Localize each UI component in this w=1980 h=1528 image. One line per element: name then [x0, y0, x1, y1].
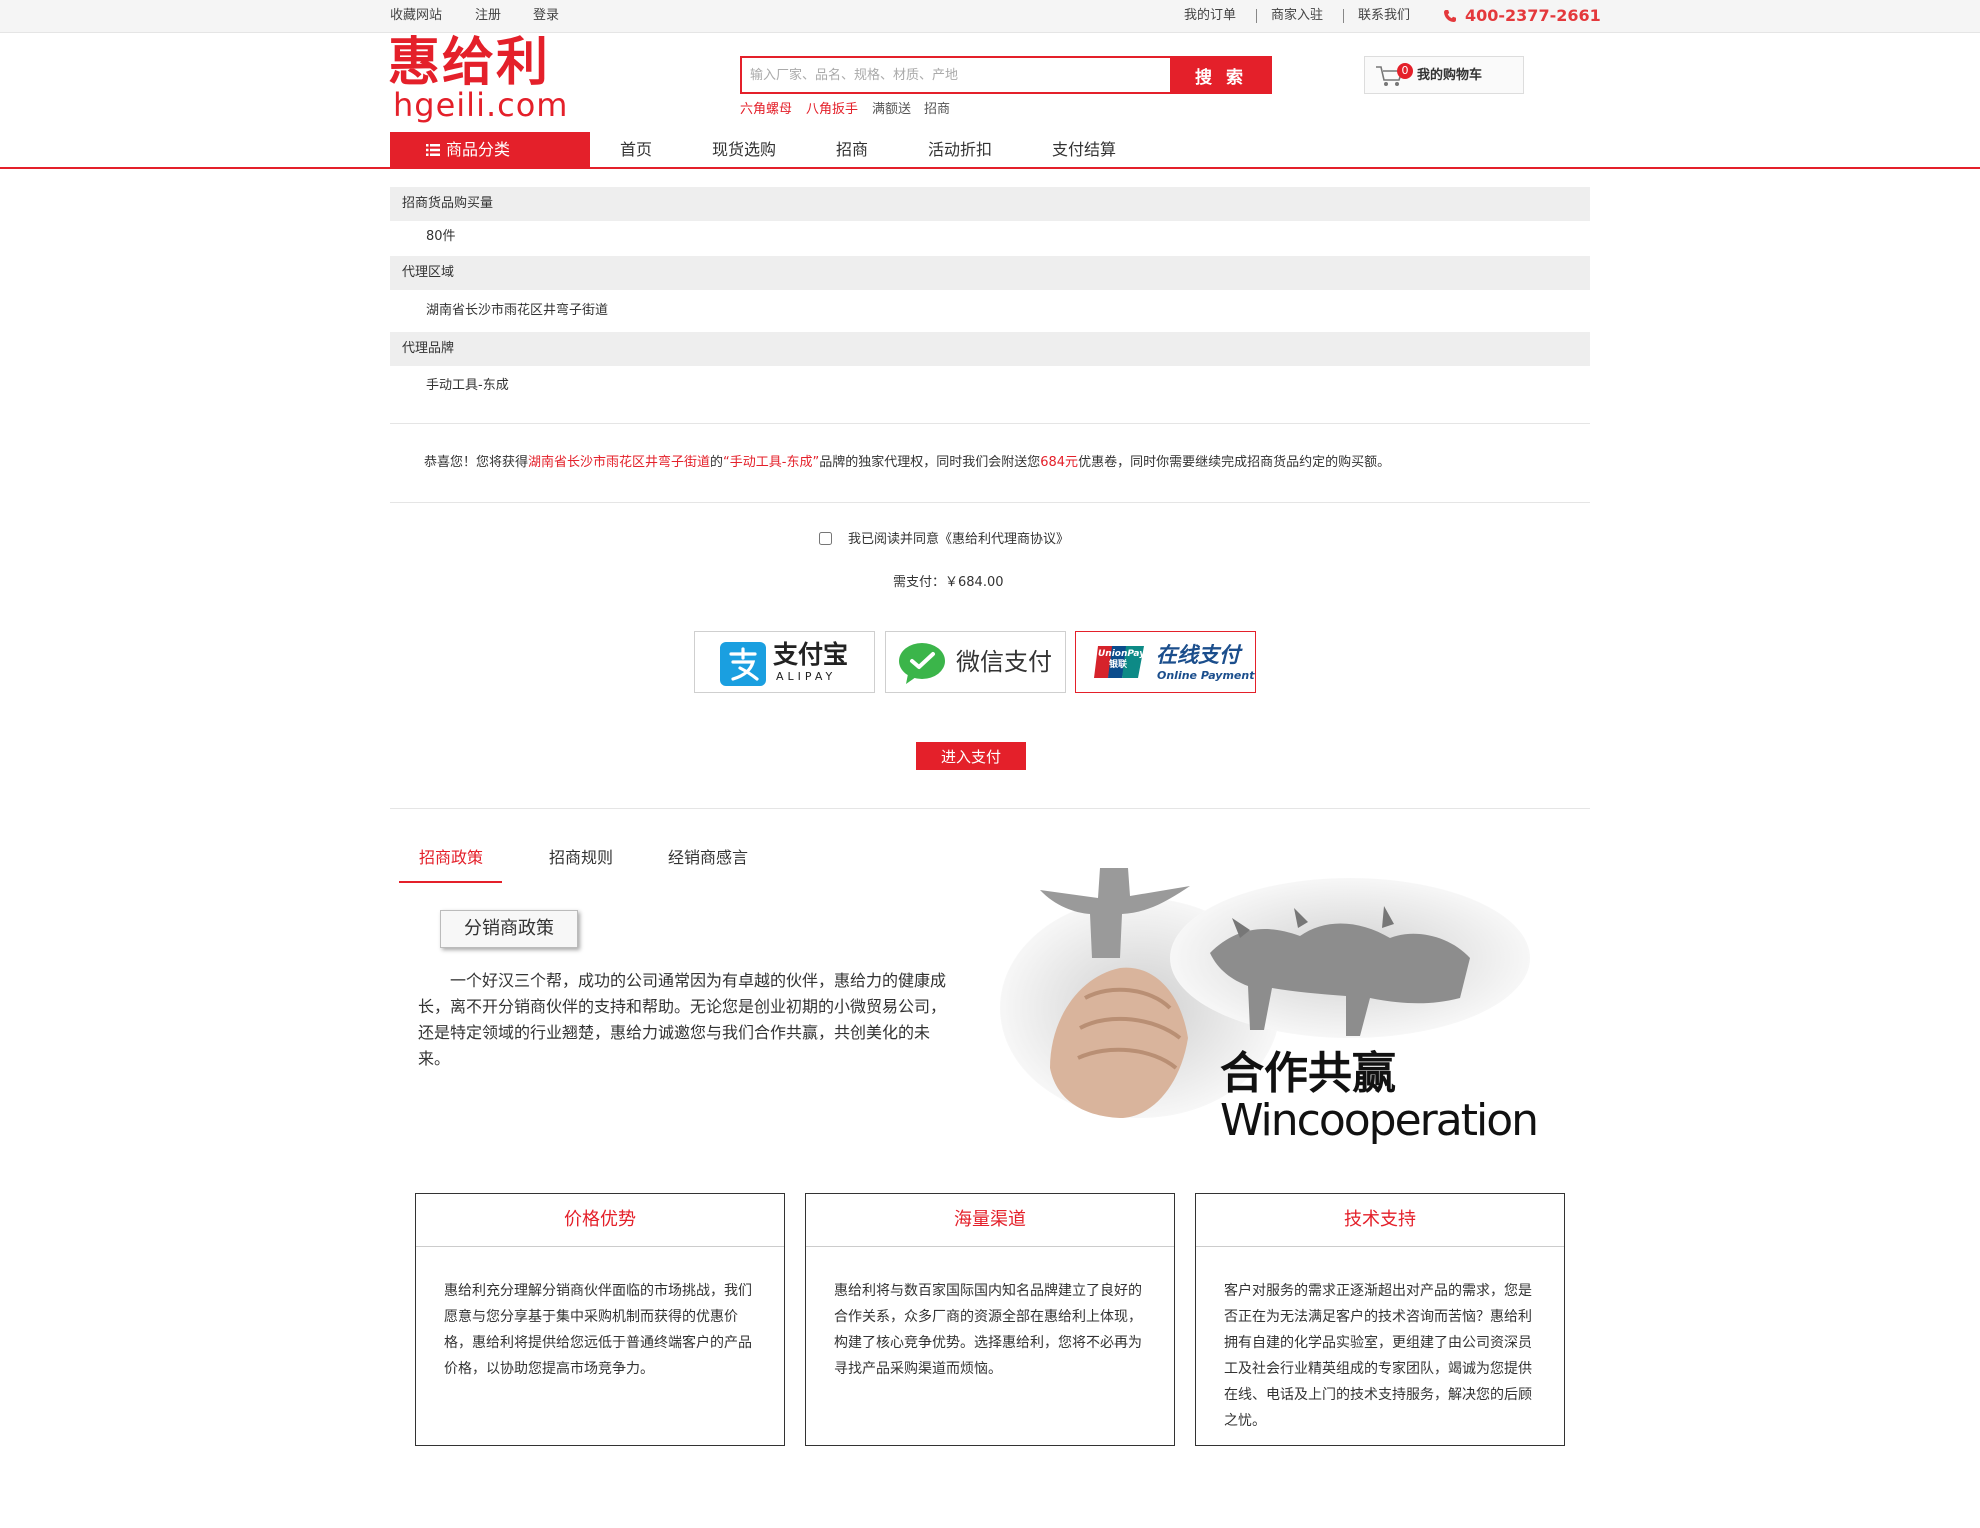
- feature-text: 惠给利充分理解分销商伙伴面临的市场挑战，我们愿意与您分享基于集中采购机制而获得的…: [444, 1283, 752, 1377]
- register-link[interactable]: 注册: [475, 7, 501, 25]
- feature-text: 惠给利将与数百家国际国内知名品牌建立了良好的合作关系，众多厂商的资源全部在惠给利…: [834, 1283, 1142, 1377]
- congrats-region: 湖南省长沙市雨花区井弯子街道: [528, 455, 711, 470]
- tab-dealer-testimonials[interactable]: 经销商感言: [668, 847, 748, 869]
- cart-count-badge: 0: [1397, 63, 1413, 79]
- agreement-checkbox[interactable]: [819, 532, 832, 545]
- wechat-pay-name: 微信支付: [956, 648, 1052, 676]
- divider: [1196, 1246, 1564, 1247]
- congrats-message: 恭喜您！您将获得湖南省长沙市雨花区井弯子街道的“手动工具-东成”品牌的独家代理权…: [424, 454, 1390, 472]
- feature-card-price: 价格优势 惠给利充分理解分销商伙伴面临的市场挑战，我们愿意与您分享基于集中采购机…: [415, 1193, 785, 1446]
- congrats-text: 品牌的独家代理权，同时我们会附送您: [819, 455, 1041, 470]
- feature-text: 客户对服务的需求正逐渐超出对产品的需求，您是否正在为无法满足客户的技术咨询而苦恼…: [1224, 1283, 1532, 1429]
- quantity-label: 招商货品购买量: [402, 196, 494, 211]
- brand-label: 代理品牌: [402, 341, 455, 356]
- wechat-pay-icon: [899, 643, 945, 684]
- congrats-text: 优惠卷，同时你需要继续完成招商货品约定的购买额。: [1078, 455, 1391, 470]
- hot-keyword-invest[interactable]: 招商: [924, 101, 950, 119]
- nav-home[interactable]: 首页: [620, 140, 652, 160]
- tab-invest-rules[interactable]: 招商规则: [549, 847, 613, 869]
- brand-header: 代理品牌: [390, 332, 1590, 366]
- congrats-brand: “手动工具-东成”: [723, 455, 820, 470]
- hotline-number: 400-2377-2661: [1465, 6, 1601, 25]
- alipay-name-en: ALIPAY: [776, 670, 837, 683]
- policy-description: 一个好汉三个帮，成功的公司通常因为有卓越的伙伴，惠给力的健康成长，离不开分销商伙…: [418, 971, 947, 1068]
- quantity-value: 80件: [426, 229, 456, 244]
- cooperation-banner: 合作共赢 Wincooperation: [980, 858, 1560, 1158]
- favorite-site-link[interactable]: 收藏网站: [390, 7, 442, 25]
- agreement-link[interactable]: 我已阅读并同意《惠给利代理商协议》: [848, 531, 1069, 549]
- unionpay-name-en: Online Payment: [1157, 669, 1255, 682]
- divider: [806, 1246, 1174, 1247]
- site-logo[interactable]: 惠给利: [388, 34, 550, 92]
- divider: [1343, 9, 1344, 23]
- unionpay-option[interactable]: UnionPay 银联 在线支付 Online Payment: [1075, 631, 1256, 693]
- tab-invest-policy[interactable]: 招商政策: [419, 847, 483, 869]
- nav-underline: [0, 167, 1980, 169]
- feature-card-channels: 海量渠道 惠给利将与数百家国际国内知名品牌建立了良好的合作关系，众多厂商的资源全…: [805, 1193, 1175, 1446]
- feature-title: 海量渠道: [954, 1209, 1026, 1230]
- active-tab-underline: [399, 881, 502, 883]
- divider: [390, 502, 1590, 503]
- hot-keyword-nut[interactable]: 六角螺母: [740, 101, 792, 119]
- login-link[interactable]: 登录: [533, 7, 559, 25]
- nav-payment[interactable]: 支付结算: [1052, 140, 1116, 160]
- region-value: 湖南省长沙市雨花区井弯子街道: [426, 303, 609, 318]
- top-bar: 收藏网站 注册 登录 我的订单 商家入驻 联系我们 400-2377-2661: [0, 0, 1980, 33]
- congrats-text: 的: [710, 455, 724, 470]
- my-orders-link[interactable]: 我的订单: [1184, 7, 1236, 25]
- enter-payment-button[interactable]: 进入支付: [916, 742, 1026, 770]
- unionpay-logo-cn: 银联: [1109, 660, 1128, 670]
- alipay-name: 支付宝: [773, 640, 849, 669]
- alipay-icon: [720, 642, 766, 686]
- feature-card-support: 技术支持 客户对服务的需求正逐渐超出对产品的需求，您是否正在为无法满足客户的技术…: [1195, 1193, 1565, 1446]
- alipay-option[interactable]: 支付宝 ALIPAY: [694, 631, 875, 693]
- cart-button[interactable]: 0 我的购物车: [1364, 56, 1524, 94]
- search-button[interactable]: 搜 索: [1170, 56, 1272, 94]
- pay-amount: 需支付：￥684.00: [893, 575, 1004, 590]
- congrats-amount: 684元: [1040, 455, 1079, 470]
- region-label: 代理区域: [402, 265, 455, 280]
- hot-keyword-promo[interactable]: 满额送: [872, 101, 911, 119]
- divider: [416, 1246, 784, 1247]
- region-header: 代理区域: [390, 256, 1590, 290]
- list-icon: [426, 144, 440, 156]
- banner-title-en: Wincooperation: [1220, 1095, 1539, 1146]
- phone-icon: [1444, 10, 1456, 22]
- banner-title-cn: 合作共赢: [1220, 1048, 1396, 1099]
- unionpay-name: 在线支付: [1156, 643, 1240, 667]
- wechat-pay-option[interactable]: 微信支付: [885, 631, 1066, 693]
- unionpay-logo-text: UnionPay: [1098, 649, 1146, 659]
- cart-label: 我的购物车: [1417, 68, 1483, 83]
- category-menu-label: 商品分类: [446, 140, 511, 159]
- feature-title: 价格优势: [564, 1209, 636, 1230]
- divider: [390, 808, 1590, 809]
- congrats-text: 恭喜您！您将获得: [424, 455, 529, 470]
- brand-value: 手动工具-东成: [426, 378, 509, 393]
- category-menu-button[interactable]: 商品分类: [390, 132, 590, 168]
- nav-invest[interactable]: 招商: [836, 140, 868, 160]
- distributor-policy-badge: 分销商政策: [440, 910, 578, 948]
- nav-discount[interactable]: 活动折扣: [928, 140, 992, 160]
- merchant-join-link[interactable]: 商家入驻: [1271, 7, 1323, 25]
- site-logo-domain[interactable]: hgeili.com: [393, 88, 568, 122]
- hot-keyword-wrench[interactable]: 八角扳手: [806, 101, 858, 119]
- nav-stock[interactable]: 现货选购: [712, 140, 776, 160]
- quantity-header: 招商货品购买量: [390, 187, 1590, 221]
- contact-us-link[interactable]: 联系我们: [1358, 7, 1410, 25]
- feature-title: 技术支持: [1344, 1209, 1416, 1230]
- search-input[interactable]: [740, 56, 1170, 94]
- divider: [1256, 9, 1257, 23]
- divider: [390, 423, 1590, 424]
